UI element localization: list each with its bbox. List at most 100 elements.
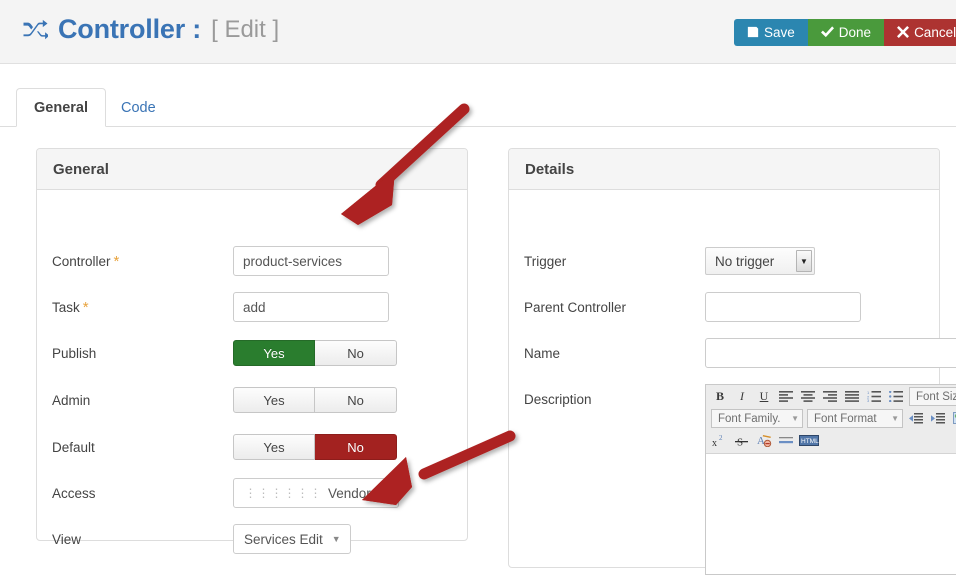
page-title-mode: [ Edit ] [211,16,279,44]
details-panel-title: Details [509,149,939,190]
cancel-button-label: Cancel [914,25,956,40]
shuffle-icon [22,18,48,42]
svg-text:3: 3 [867,398,870,402]
view-label: View [52,524,81,554]
done-button[interactable]: Done [808,19,884,46]
default-toggle-no[interactable]: No [315,434,397,460]
page-header: Controller : [ Edit ] Save Done Cancel [0,0,956,64]
access-dropdown-value: Vendor [328,486,371,501]
edit-note-icon[interactable] [949,409,956,428]
publish-toggle: Yes No [233,340,397,366]
check-icon [821,26,834,40]
admin-toggle-no[interactable]: No [315,387,397,413]
save-button[interactable]: Save [734,19,808,46]
required-asterisk: * [83,300,89,315]
tab-general[interactable]: General [16,88,106,127]
done-button-label: Done [839,25,871,40]
align-left-icon[interactable] [775,387,797,406]
superscript-icon[interactable]: x2 [709,431,731,450]
trigger-select-value: No trigger [715,254,774,269]
outdent-icon[interactable] [905,409,927,428]
field-row-default: Default Yes No [37,432,467,462]
task-input-wrap [233,292,389,322]
view-dropdown[interactable]: Services Edit ▼ [233,524,351,554]
font-family-select[interactable]: Font Family. ▼ [711,409,803,428]
close-x-icon [897,26,909,40]
font-format-select-value: Font Format [814,413,877,425]
chevron-down-icon: ▼ [380,489,389,498]
align-justify-icon[interactable] [841,387,863,406]
save-button-label: Save [764,25,795,40]
tab-general-label: General [34,100,88,116]
align-center-icon[interactable] [797,387,819,406]
general-panel-title: General [37,149,467,190]
required-asterisk: * [114,254,120,269]
align-right-icon[interactable] [819,387,841,406]
parent-controller-input-wrap [705,292,861,322]
trigger-select[interactable]: No trigger ▼ [705,247,815,275]
editor-toolbar-row-1: B I U [709,387,956,406]
field-row-trigger: Trigger No trigger ▼ [509,246,939,276]
svg-text:2: 2 [719,435,723,442]
strikethrough-icon[interactable]: S [731,431,753,450]
view-dropdown-value: Services Edit [244,532,323,547]
access-dropdown[interactable]: ⋮⋮⋮⋮⋮⋮ Vendor ▼ [233,478,399,508]
trigger-label: Trigger [524,246,566,276]
editor-toolbar: B I U [706,385,956,454]
cancel-button[interactable]: Cancel [884,19,956,46]
field-row-admin: Admin Yes No [37,385,467,415]
admin-label: Admin [52,385,90,415]
field-row-view: View Services Edit ▼ [37,524,467,554]
controller-label: Controller * [52,246,119,276]
font-size-select[interactable]: Font Size... [909,387,956,406]
tab-code-label: Code [121,100,156,116]
publish-label: Publish [52,338,96,368]
field-row-access: Access ⋮⋮⋮⋮⋮⋮ Vendor ▼ [37,478,467,508]
description-label: Description [524,384,592,414]
field-row-controller: Controller * [37,246,467,276]
chevron-down-icon: ▼ [791,414,799,423]
page-title: Controller : [ Edit ] [22,14,279,45]
numbered-list-icon[interactable]: 123 [863,387,885,406]
controller-input-wrap [233,246,389,276]
field-row-name: Name [509,338,939,368]
details-panel: Details Trigger No trigger ▼ Parent Cont… [508,148,940,568]
svg-text:HTML: HTML [801,438,819,445]
name-label: Name [524,338,560,368]
horizontal-rule-icon[interactable] [775,431,797,450]
font-format-select[interactable]: Font Format ▼ [807,409,903,428]
editor-toolbar-row-2: Font Family. ▼ Font Format ▼ [709,409,956,428]
svg-text:A: A [757,435,765,447]
chevron-down-icon: ▼ [891,414,899,423]
svg-text:x: x [712,438,717,447]
view-dropdown-wrap: Services Edit ▼ [233,524,351,554]
description-rich-text-editor: B I U [705,384,956,575]
tab-code[interactable]: Code [104,88,173,127]
page-title-text: Controller : [58,14,201,45]
indent-icon[interactable] [927,409,949,428]
font-size-select-value: Font Size... [916,391,956,403]
html-source-icon[interactable]: HTML [797,431,821,450]
name-input-wrap [705,338,956,368]
bold-icon[interactable]: B [709,387,731,406]
editor-toolbar-row-3: x2 S A HTML [709,431,956,450]
controller-input[interactable] [233,246,389,276]
remove-format-icon[interactable]: A [753,431,775,450]
tab-bar: General Code [0,88,956,127]
task-input[interactable] [233,292,389,322]
field-row-publish: Publish Yes No [37,338,467,368]
publish-toggle-yes[interactable]: Yes [233,340,315,366]
parent-controller-input[interactable] [705,292,861,322]
general-panel-body: Controller * Task * Publish Yes No [37,190,467,204]
publish-toggle-no[interactable]: No [315,340,397,366]
indent-markers-icon: ⋮⋮⋮⋮⋮⋮ [244,486,322,500]
italic-icon[interactable]: I [731,387,753,406]
general-panel: General Controller * Task * Publish [36,148,468,541]
admin-toggle-yes[interactable]: Yes [233,387,315,413]
name-input[interactable] [705,338,956,368]
bullet-list-icon[interactable] [885,387,907,406]
description-editor-area[interactable] [706,454,956,574]
underline-icon[interactable]: U [753,387,775,406]
default-toggle-yes[interactable]: Yes [233,434,315,460]
admin-toggle: Yes No [233,387,397,413]
